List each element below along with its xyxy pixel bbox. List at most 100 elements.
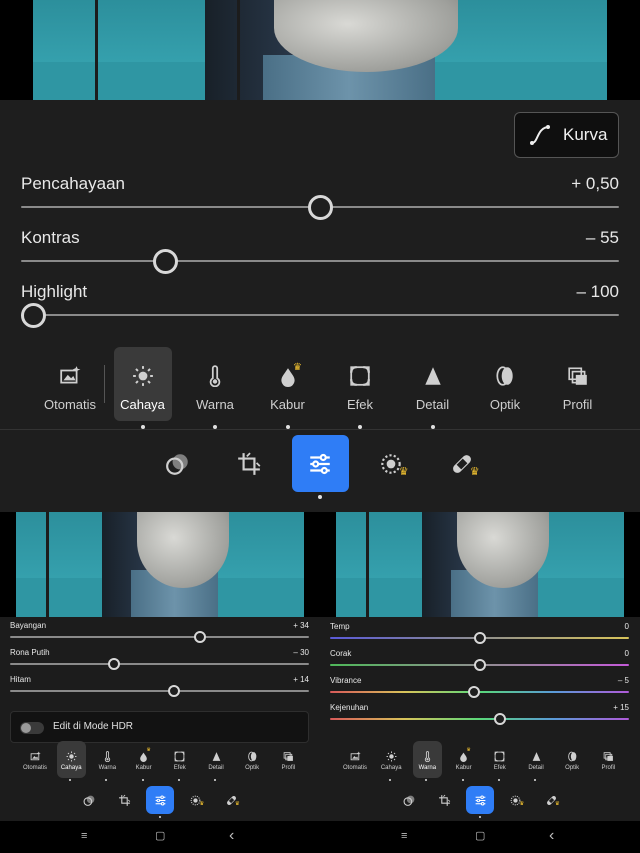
right-slider-handle-vibrance[interactable] xyxy=(467,686,480,698)
left-tab-label: Profil xyxy=(281,765,296,771)
right-edit-tool-button[interactable] xyxy=(466,786,494,814)
main-slider-label-pencahayaan: Pencahayaan xyxy=(21,174,125,193)
right-healing-tool-button[interactable]: ♛ xyxy=(537,786,565,814)
left-auto-enhance-icon xyxy=(30,749,41,761)
right-slider-handle-corak[interactable] xyxy=(473,659,486,671)
main-tab-profil[interactable]: Profil xyxy=(549,347,607,421)
left-slider-track-hitam[interactable] xyxy=(10,690,309,692)
right-slider-handle-temp[interactable] xyxy=(473,632,486,644)
left-tab-kabur[interactable]: ♛ Kabur xyxy=(129,741,158,778)
main-tab-label: Otomatis xyxy=(43,397,96,412)
right-crop-tool-button[interactable] xyxy=(431,786,459,814)
main-premium-crown-icon: ♛ xyxy=(293,361,302,373)
main-slider-track-highlight[interactable] xyxy=(21,314,619,316)
right-slider-handle-kejenuhan[interactable] xyxy=(493,713,506,725)
right-slider-value-kejenuhan: + 15 xyxy=(613,703,629,712)
left-edit-tool-button[interactable] xyxy=(146,786,174,814)
left-recent-apps-icon[interactable]: ≡ xyxy=(81,830,87,842)
left-lens-icon xyxy=(247,749,258,762)
left-back-icon[interactable]: ‹ xyxy=(229,828,234,844)
left-remove-tool-button[interactable]: ♛ xyxy=(182,786,210,814)
left-tab-optik[interactable]: Optik xyxy=(238,741,267,778)
right-slider-label-corak: Corak xyxy=(330,649,352,658)
tab-divider xyxy=(104,365,105,403)
right-back-icon[interactable]: ‹ xyxy=(549,828,554,844)
left-tab-label: Optik xyxy=(245,765,260,771)
main-slider-track-kontras[interactable] xyxy=(21,260,619,262)
main-masking-tool-button[interactable] xyxy=(150,435,207,492)
left-tab-detail[interactable]: Detail xyxy=(202,741,231,778)
main-tab-label: Profil xyxy=(562,397,593,412)
main-slider-value-pencahayaan: + 0,50 xyxy=(571,174,619,193)
main-slider-label-highlight: Highlight xyxy=(21,282,88,301)
main-tab-kabur[interactable]: ♛ Kabur xyxy=(259,347,317,421)
left-tab-cahaya[interactable]: Cahaya xyxy=(56,741,86,778)
left-premium-crown-icon: ♛ xyxy=(199,800,205,807)
main-tab-detail[interactable]: Detail xyxy=(404,347,462,421)
left-healing-tool-button[interactable]: ♛ xyxy=(217,786,245,814)
right-slider-label-vibrance: Vibrance xyxy=(330,676,362,685)
right-tab-kabur[interactable]: ♛ Kabur xyxy=(449,741,478,778)
main-tab-warna[interactable]: Warna xyxy=(186,347,244,421)
right-tab-profil[interactable]: Profil xyxy=(594,741,623,778)
left-tab-efek[interactable]: Efek xyxy=(165,741,194,778)
right-slider-track-kejenuhan[interactable] xyxy=(330,718,629,720)
left-slider-track-bayangan[interactable] xyxy=(10,636,309,638)
main-tab-otomatis[interactable]: Otomatis xyxy=(41,347,99,421)
right-tab-cahaya[interactable]: Cahaya xyxy=(377,741,406,778)
right-tab-efek[interactable]: Efek xyxy=(485,741,514,778)
right-recent-apps-icon[interactable]: ≡ xyxy=(401,830,407,842)
right-tab-warna[interactable]: Warna xyxy=(412,741,442,778)
main-tab-efek[interactable]: Efek xyxy=(331,347,389,421)
main-healing-tool-button[interactable]: ♛ xyxy=(434,435,491,492)
right-tab-label: Efek xyxy=(493,765,506,771)
right-tab-detail[interactable]: Detail xyxy=(522,741,551,778)
main-slider-handle-pencahayaan[interactable] xyxy=(307,194,333,220)
main-lens-icon xyxy=(494,365,516,387)
main-tab-cahaya[interactable]: Cahaya xyxy=(113,347,172,421)
right-home-icon[interactable]: ▢ xyxy=(475,830,485,842)
left-tab-warna[interactable]: Warna xyxy=(93,741,122,778)
left-slider-handle-rona-putih[interactable] xyxy=(107,658,120,670)
left-slider-track-rona-putih[interactable] xyxy=(10,663,309,665)
main-tab-optik[interactable]: Optik xyxy=(476,347,534,421)
right-tab-label: Cahaya xyxy=(380,765,402,771)
right-profile-icon xyxy=(603,749,614,761)
left-slider-handle-hitam[interactable] xyxy=(167,685,180,697)
curve-icon xyxy=(530,125,550,145)
main-vignette-icon xyxy=(349,365,371,387)
right-masking-icon xyxy=(403,794,416,807)
right-remove-tool-button[interactable]: ♛ xyxy=(502,786,530,814)
left-masking-tool-button[interactable] xyxy=(75,786,103,814)
right-tab-label: Detail xyxy=(528,765,544,771)
left-home-icon[interactable]: ▢ xyxy=(155,830,165,842)
left-tab-otomatis[interactable]: Otomatis xyxy=(21,741,50,778)
left-premium-crown-icon: ♛ xyxy=(146,748,151,754)
main-remove-tool-button[interactable]: ♛ xyxy=(363,435,420,492)
main-edit-tool-button[interactable] xyxy=(291,435,349,492)
right-masking-tool-button[interactable] xyxy=(395,786,423,814)
right-tab-otomatis[interactable]: Otomatis xyxy=(341,741,370,778)
right-premium-crown-icon: ♛ xyxy=(466,748,471,754)
right-tab-optik[interactable]: Optik xyxy=(558,741,587,778)
left-slider-handle-bayangan[interactable] xyxy=(193,631,206,643)
main-sliders-icon xyxy=(307,451,333,477)
left-slider-value-hitam: + 14 xyxy=(293,675,309,684)
hdr-toggle-switch[interactable] xyxy=(20,722,44,734)
right-light-icon xyxy=(386,749,397,762)
left-tab-label: Efek xyxy=(173,765,186,771)
main-selected-tool-dot xyxy=(318,495,322,499)
main-slider-handle-kontras[interactable] xyxy=(152,248,178,274)
curve-button[interactable]: Kurva xyxy=(514,112,619,158)
photo-preview-top xyxy=(33,0,607,100)
main-crop-tool-button[interactable] xyxy=(221,435,278,492)
main-slider-handle-highlight[interactable] xyxy=(21,302,46,328)
left-tab-label: Warna xyxy=(98,765,117,771)
left-tab-profil[interactable]: Profil xyxy=(274,741,303,778)
hdr-toggle-row[interactable]: Edit di Mode HDR xyxy=(10,711,309,743)
right-selected-tool-dot xyxy=(479,816,481,818)
left-premium-crown-icon: ♛ xyxy=(234,800,240,807)
right-slider-label-temp: Temp xyxy=(330,622,350,631)
right-slider-label-kejenuhan: Kejenuhan xyxy=(330,703,369,712)
left-crop-tool-button[interactable] xyxy=(111,786,139,814)
